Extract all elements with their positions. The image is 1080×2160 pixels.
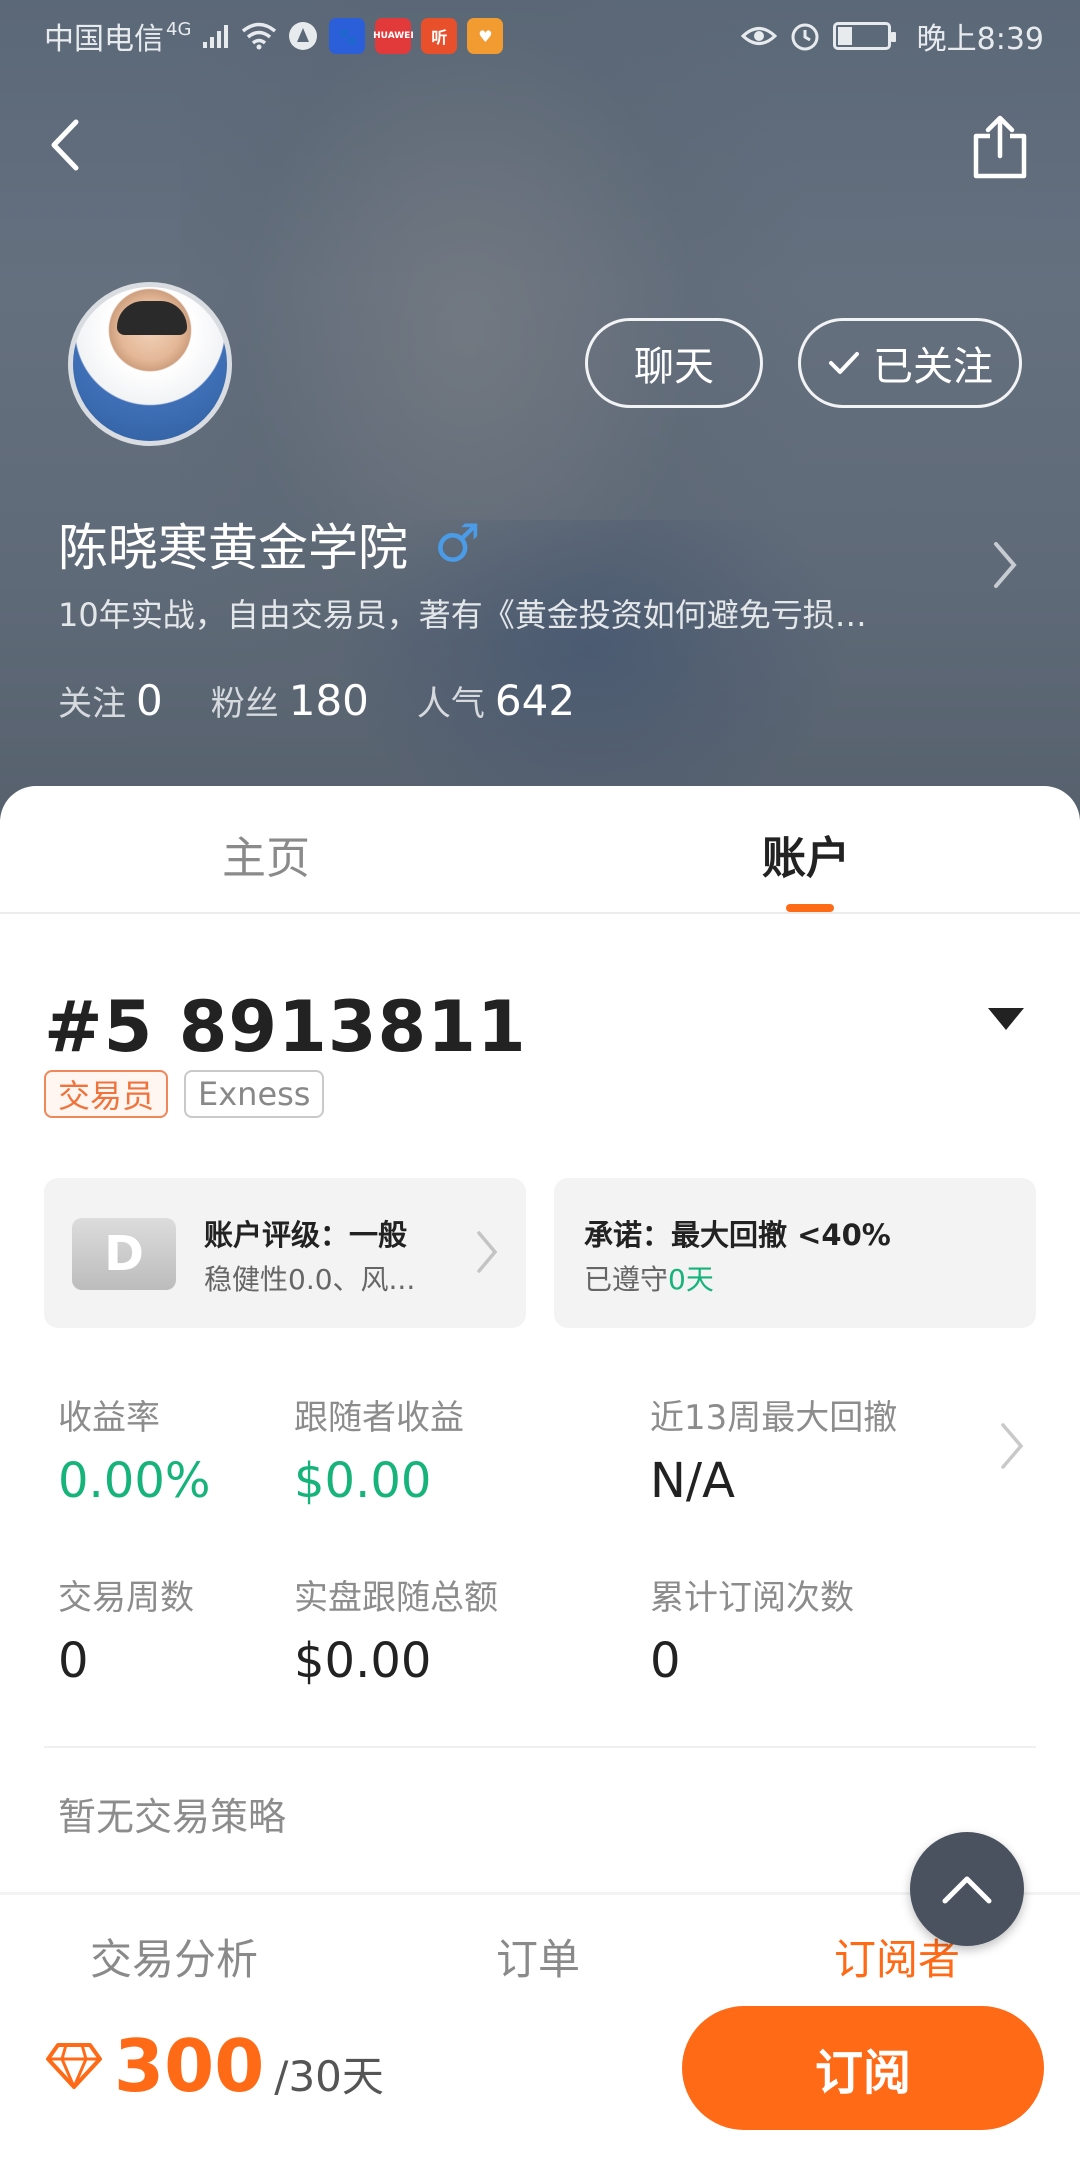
huawei-app-icon: HUAWEI bbox=[373, 18, 414, 54]
rating-title: 账户评级：一般 bbox=[204, 1218, 408, 1252]
content-sheet: 主页 账户 #5 8913811 交易员 Exness D 账户评级：一般 稳健… bbox=[0, 786, 1080, 2160]
metric-trading-weeks: 交易周数 0 bbox=[58, 1570, 194, 1689]
metric-value: $0.00 bbox=[294, 1453, 432, 1509]
stat-fans[interactable]: 粉丝 180 bbox=[211, 676, 369, 725]
stat-value: 642 bbox=[494, 676, 576, 725]
subtab-orders[interactable]: 订单 bbox=[496, 1926, 580, 1987]
follow-button[interactable]: 已关注 bbox=[798, 318, 1022, 408]
chevron-right-icon[interactable] bbox=[990, 538, 1020, 592]
profile-name: 陈晓寒黄金学院 bbox=[58, 519, 408, 577]
alarm-icon bbox=[791, 23, 819, 51]
subtab-trading-analysis[interactable]: 交易分析 bbox=[90, 1926, 258, 1987]
metric-label: 近13周最大回撤 bbox=[650, 1398, 898, 1438]
back-button[interactable] bbox=[36, 110, 106, 180]
diamond-icon bbox=[46, 2043, 102, 2089]
eye-icon bbox=[740, 27, 777, 45]
metric-label: 收益率 bbox=[58, 1398, 160, 1438]
scroll-to-top-button[interactable] bbox=[910, 1832, 1024, 1946]
metric-label: 累计订阅次数 bbox=[650, 1578, 854, 1618]
trader-tag: 交易员 bbox=[44, 1070, 169, 1118]
chat-button-label: 聊天 bbox=[634, 344, 714, 390]
profile-bio[interactable]: 10年实战，自由交易员，著有《黄金投资如何避免亏损… bbox=[58, 590, 938, 636]
account-rating-card[interactable]: D 账户评级：一般 稳健性0.0、风... bbox=[44, 1178, 526, 1328]
price-value: 300 bbox=[114, 2024, 265, 2108]
clock-time: 晚上8:39 bbox=[916, 22, 1044, 57]
main-tabs: 主页 账户 bbox=[0, 786, 1080, 914]
network-label: 4G bbox=[166, 18, 192, 40]
metric-value: $0.00 bbox=[294, 1633, 432, 1689]
metric-value: 0.00% bbox=[58, 1453, 211, 1509]
metric-value: 0 bbox=[650, 1633, 681, 1689]
chevron-right-icon bbox=[477, 1231, 498, 1273]
chevron-up-icon bbox=[942, 1876, 992, 1904]
stat-label: 人气 bbox=[416, 684, 485, 724]
account-dropdown-icon[interactable] bbox=[988, 1008, 1024, 1030]
battery-icon bbox=[832, 22, 896, 50]
promise-card: 承诺：最大回撤 <40% 已遵守0天 bbox=[554, 1178, 1036, 1328]
wifi-icon bbox=[242, 22, 277, 50]
profile-name-row[interactable]: 陈晓寒黄金学院 ♂ bbox=[58, 508, 481, 580]
tab-home[interactable]: 主页 bbox=[222, 822, 310, 886]
subscribe-button-label: 订阅 bbox=[814, 2045, 911, 2101]
promise-title: 承诺：最大回撤 <40% bbox=[584, 1218, 891, 1252]
grade-badge: D bbox=[72, 1218, 176, 1290]
tab-indicator bbox=[786, 904, 834, 912]
metric-return-rate: 收益率 0.00% bbox=[58, 1390, 210, 1509]
listen-app-icon: 听 bbox=[421, 18, 458, 54]
avatar[interactable] bbox=[68, 282, 232, 446]
stat-value: 0 bbox=[136, 676, 163, 725]
male-gender-icon: ♂ bbox=[434, 514, 481, 574]
metric-label: 交易周数 bbox=[58, 1578, 194, 1618]
stat-label: 粉丝 bbox=[210, 684, 279, 724]
promise-sub-prefix: 已遵守 bbox=[584, 1263, 669, 1296]
metric-max-drawdown[interactable]: 近13周最大回撤 N/A bbox=[650, 1390, 897, 1509]
promise-subtitle: 已遵守0天 bbox=[584, 1258, 714, 1298]
broker-tag: Exness bbox=[184, 1070, 325, 1118]
subscribe-button[interactable]: 订阅 bbox=[682, 2006, 1044, 2130]
fan-icon bbox=[289, 22, 318, 50]
price-period: /30天 bbox=[274, 2052, 384, 2101]
metric-value: N/A bbox=[650, 1453, 735, 1509]
stat-popularity: 人气 642 bbox=[417, 676, 575, 725]
profile-stats: 关注 0 粉丝 180 人气 642 bbox=[58, 676, 575, 725]
profile-header: 中国电信 4G 🐾 HUAWEI 听 ♥ 晚上8:39 聊天 已关注 陈晓寒黄金… bbox=[0, 0, 1080, 820]
check-icon bbox=[829, 352, 859, 374]
chevron-right-icon[interactable] bbox=[998, 1420, 1026, 1472]
baidu-app-icon: 🐾 bbox=[329, 18, 366, 54]
rating-subtitle: 稳健性0.0、风... bbox=[204, 1263, 416, 1296]
metric-label: 跟随者收益 bbox=[294, 1398, 464, 1438]
signal-icon bbox=[203, 25, 229, 48]
status-bar: 中国电信 4G 🐾 HUAWEI 听 ♥ 晚上8:39 bbox=[0, 0, 1080, 72]
tab-account[interactable]: 账户 bbox=[762, 822, 850, 886]
chat-button[interactable]: 聊天 bbox=[585, 318, 763, 408]
metric-live-follow-total: 实盘跟随总额 $0.00 bbox=[294, 1570, 498, 1689]
stat-following[interactable]: 关注 0 bbox=[58, 676, 163, 725]
follow-button-label: 已关注 bbox=[873, 344, 993, 390]
metric-value: 0 bbox=[58, 1633, 89, 1689]
carrier-label: 中国电信 bbox=[44, 22, 164, 57]
divider bbox=[44, 1746, 1036, 1748]
price-row: 300 /30天 bbox=[44, 2024, 384, 2108]
stat-label: 关注 bbox=[58, 684, 126, 724]
shield-app-icon: ♥ bbox=[467, 18, 504, 54]
no-strategy-text: 暂无交易策略 bbox=[58, 1795, 287, 1839]
metric-follower-profit: 跟随者收益 $0.00 bbox=[294, 1390, 464, 1509]
metric-subscription-count: 累计订阅次数 0 bbox=[650, 1570, 854, 1689]
stat-value: 180 bbox=[288, 676, 369, 725]
account-number: #5 8913811 bbox=[44, 986, 527, 1068]
share-button[interactable] bbox=[968, 112, 1032, 182]
metric-label: 实盘跟随总额 bbox=[294, 1578, 498, 1618]
promise-days: 0天 bbox=[668, 1263, 714, 1296]
